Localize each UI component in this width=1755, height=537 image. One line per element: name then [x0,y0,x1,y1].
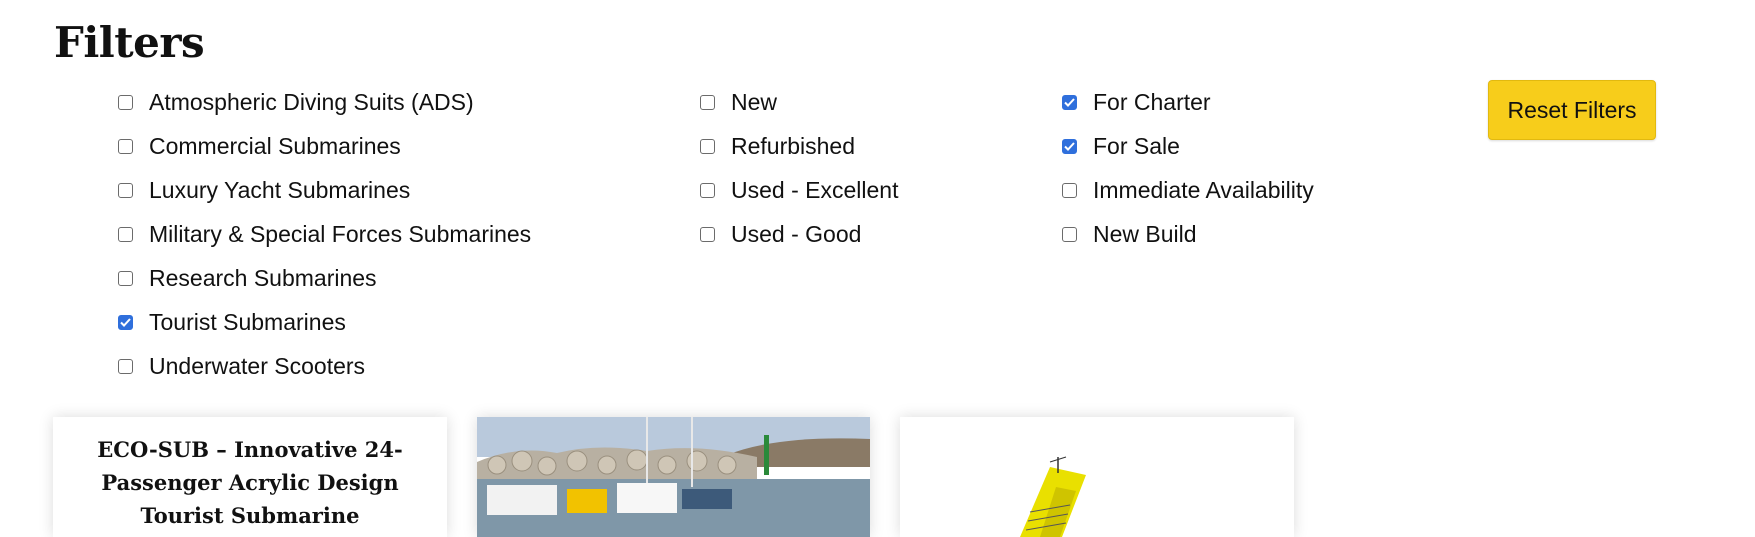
filter-option-for-sale[interactable]: For Sale [1062,124,1314,168]
condition-filter-group: New Refurbished Used - Excellent Used - … [700,80,898,256]
filter-option-label: Commercial Submarines [149,132,401,159]
filter-option-label: Tourist Submarines [149,308,346,335]
reset-filters-button[interactable]: Reset Filters [1488,80,1656,140]
filter-option-scooters[interactable]: Underwater Scooters [118,344,531,388]
checkbox[interactable] [118,270,133,286]
checkbox[interactable] [118,138,133,154]
checkbox[interactable] [1062,138,1077,154]
product-card-title[interactable]: ECO-SUB – Innovative 24-Passenger Acryli… [73,433,427,532]
filters-heading: Filters [54,18,205,67]
filter-option-refurbished[interactable]: Refurbished [700,124,898,168]
filter-option-for-charter[interactable]: For Charter [1062,80,1314,124]
checkbox[interactable] [700,182,715,198]
filter-option-label: Luxury Yacht Submarines [149,176,411,203]
checkbox[interactable] [118,226,133,242]
checkbox[interactable] [118,182,133,198]
checkbox[interactable] [700,94,715,110]
checkbox[interactable] [700,138,715,154]
filter-option-label: New [731,88,778,115]
product-card-image[interactable] [900,417,1294,537]
filter-option-label: Refurbished [731,132,856,159]
submarine-rendering[interactable] [900,417,1294,537]
filter-option-tourist[interactable]: Tourist Submarines [118,300,531,344]
filter-option-new[interactable]: New [700,80,898,124]
filter-option-research[interactable]: Research Submarines [118,256,531,300]
filter-option-luxury-yacht[interactable]: Luxury Yacht Submarines [118,168,531,212]
filter-option-label: Underwater Scooters [149,352,366,379]
filter-option-used-excellent[interactable]: Used - Excellent [700,168,898,212]
product-card-image[interactable] [477,417,870,537]
filter-option-used-good[interactable]: Used - Good [700,212,898,256]
checkbox[interactable] [700,226,715,242]
product-card[interactable]: ECO-SUB – Innovative 24-Passenger Acryli… [53,417,447,537]
harbor-photo[interactable] [477,417,870,537]
checkbox[interactable] [118,314,133,330]
filter-option-label: For Sale [1093,132,1180,159]
filter-option-label: Military & Special Forces Submarines [149,220,532,247]
filter-option-immediate-availability[interactable]: Immediate Availability [1062,168,1314,212]
filter-option-label: Immediate Availability [1093,176,1314,203]
filter-option-label: New Build [1093,220,1197,247]
checkbox[interactable] [1062,94,1077,110]
filter-option-ads[interactable]: Atmospheric Diving Suits (ADS) [118,80,531,124]
filter-option-label: Research Submarines [149,264,377,291]
filter-option-military[interactable]: Military & Special Forces Submarines [118,212,531,256]
checkbox[interactable] [118,94,133,110]
checkbox[interactable] [1062,182,1077,198]
category-filter-group: Atmospheric Diving Suits (ADS) Commercia… [118,80,531,388]
checkbox[interactable] [118,358,133,374]
filter-option-label: Used - Good [731,220,862,247]
filter-option-label: Atmospheric Diving Suits (ADS) [149,88,474,115]
filter-option-commercial[interactable]: Commercial Submarines [118,124,531,168]
availability-filter-group: For Charter For Sale Immediate Availabil… [1062,80,1314,256]
checkbox[interactable] [1062,226,1077,242]
filter-option-label: For Charter [1093,88,1211,115]
filter-option-new-build[interactable]: New Build [1062,212,1314,256]
filter-option-label: Used - Excellent [731,176,899,203]
